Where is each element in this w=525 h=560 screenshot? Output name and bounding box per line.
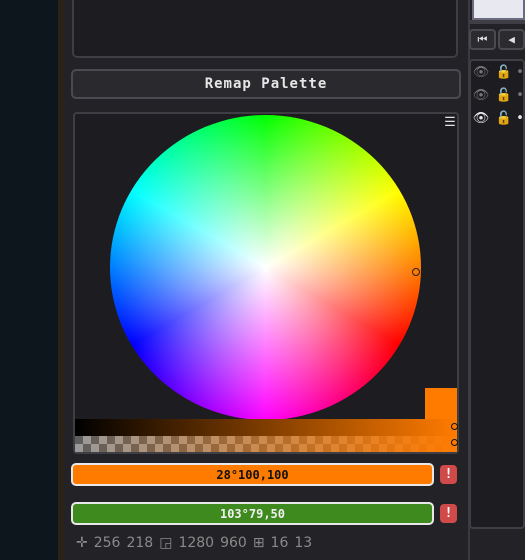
eye-icon[interactable]: 👁 [470,108,492,129]
lock-icon[interactable]: 🔓 [493,85,515,106]
canvas-width: 1280 [178,535,215,551]
palette-swatches-panel[interactable] [72,0,458,58]
preview-frame [469,20,525,24]
timeline-nav: ⏮ ◀ [469,29,525,51]
preview-thumbnail[interactable] [472,0,525,20]
cel-icon[interactable]: • [515,85,525,106]
primary-color-field[interactable]: 28°100,100 [71,463,434,486]
color-wheel-marker[interactable] [412,268,420,276]
grid-icon: ⊞ [252,535,265,551]
eye-icon[interactable]: 👁 [470,62,492,83]
first-frame-button[interactable]: ⏮ [469,29,496,50]
grid-width: 16 [270,535,289,551]
eye-icon[interactable]: 👁 [470,85,492,106]
alpha-slider[interactable] [75,436,457,452]
hamburger-menu-icon[interactable]: ☰ [443,116,457,130]
secondary-warning-button[interactable]: ! [440,504,457,523]
cursor-x: 256 [93,535,121,551]
primary-warning-button[interactable]: ! [440,465,457,484]
alpha-slider-handle[interactable] [451,439,458,446]
lock-icon[interactable]: 🔓 [493,62,515,83]
current-color-swatch[interactable] [425,388,457,422]
brightness-slider[interactable] [75,419,457,436]
crosshair-icon: ✛ [76,535,88,551]
grid-height: 13 [294,535,313,551]
status-bar: ✛ 256 218 ◲ 1280 960 ⊞ 16 13 [76,533,312,553]
prev-frame-button[interactable]: ◀ [498,29,525,50]
remap-palette-button[interactable]: Remap Palette [71,69,461,99]
canvas-area[interactable] [0,0,58,560]
canvas-size-icon: ◲ [159,535,173,551]
lock-icon[interactable]: 🔓 [493,108,515,129]
secondary-color-field[interactable]: 103°79,50 [71,502,434,525]
cursor-y: 218 [126,535,154,551]
cel-icon[interactable]: • [515,108,525,129]
brightness-slider-handle[interactable] [451,423,458,430]
layers-list [469,59,525,529]
cel-icon[interactable]: • [515,62,525,83]
color-wheel[interactable] [110,115,421,420]
canvas-height: 960 [220,535,247,551]
